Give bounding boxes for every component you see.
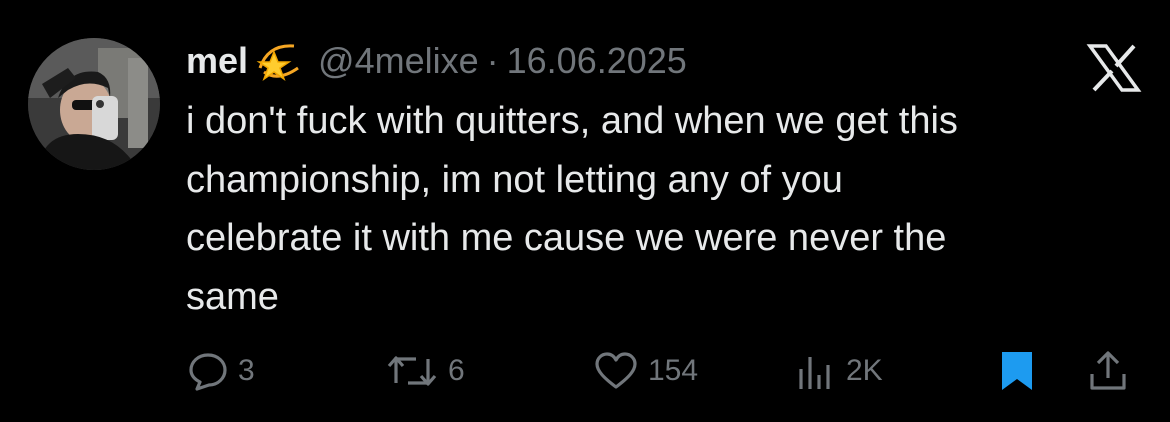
tweet-header: mel @4melixe · 16.06.2025 (186, 36, 687, 86)
action-bar: 3 6 154 2K (0, 346, 1170, 396)
share-icon (1088, 350, 1128, 392)
timestamp[interactable]: 16.06.2025 (507, 40, 687, 82)
reply-count: 3 (238, 354, 255, 387)
views-button[interactable]: 2K (796, 346, 883, 396)
heart-icon (594, 351, 638, 391)
tweet-text-line: celebrate it with me cause we were never… (186, 217, 947, 259)
bookmark-button[interactable] (1000, 346, 1034, 396)
avatar[interactable] (28, 38, 160, 170)
x-logo-icon (1086, 44, 1142, 92)
tweet-text: i don't fuck with quitters, and when we … (186, 92, 1146, 326)
tweet-text-line: i don't fuck with quitters, and when we … (186, 100, 958, 142)
reply-button[interactable]: 3 (188, 346, 255, 396)
separator-dot: · (486, 40, 499, 81)
views-chart-icon (796, 351, 836, 391)
repost-button[interactable]: 6 (386, 346, 465, 396)
views-count: 2K (846, 354, 883, 387)
tweet-text-line: championship, im not letting any of you (186, 158, 843, 201)
like-count: 154 (648, 354, 699, 387)
display-name[interactable]: mel (186, 40, 248, 82)
tweet-card: mel @4melixe · 16.06.2025 i don't fuck w… (0, 0, 1170, 422)
repost-count: 6 (448, 354, 465, 387)
reply-icon (188, 351, 228, 391)
handle[interactable]: @4melixe (318, 40, 479, 82)
like-button[interactable]: 154 (594, 346, 698, 396)
repost-icon (386, 351, 438, 391)
bookmark-icon (1000, 350, 1034, 392)
dizzy-star-emoji-icon (254, 38, 304, 84)
tweet-text-line: same (186, 275, 279, 318)
share-button[interactable] (1088, 346, 1128, 396)
